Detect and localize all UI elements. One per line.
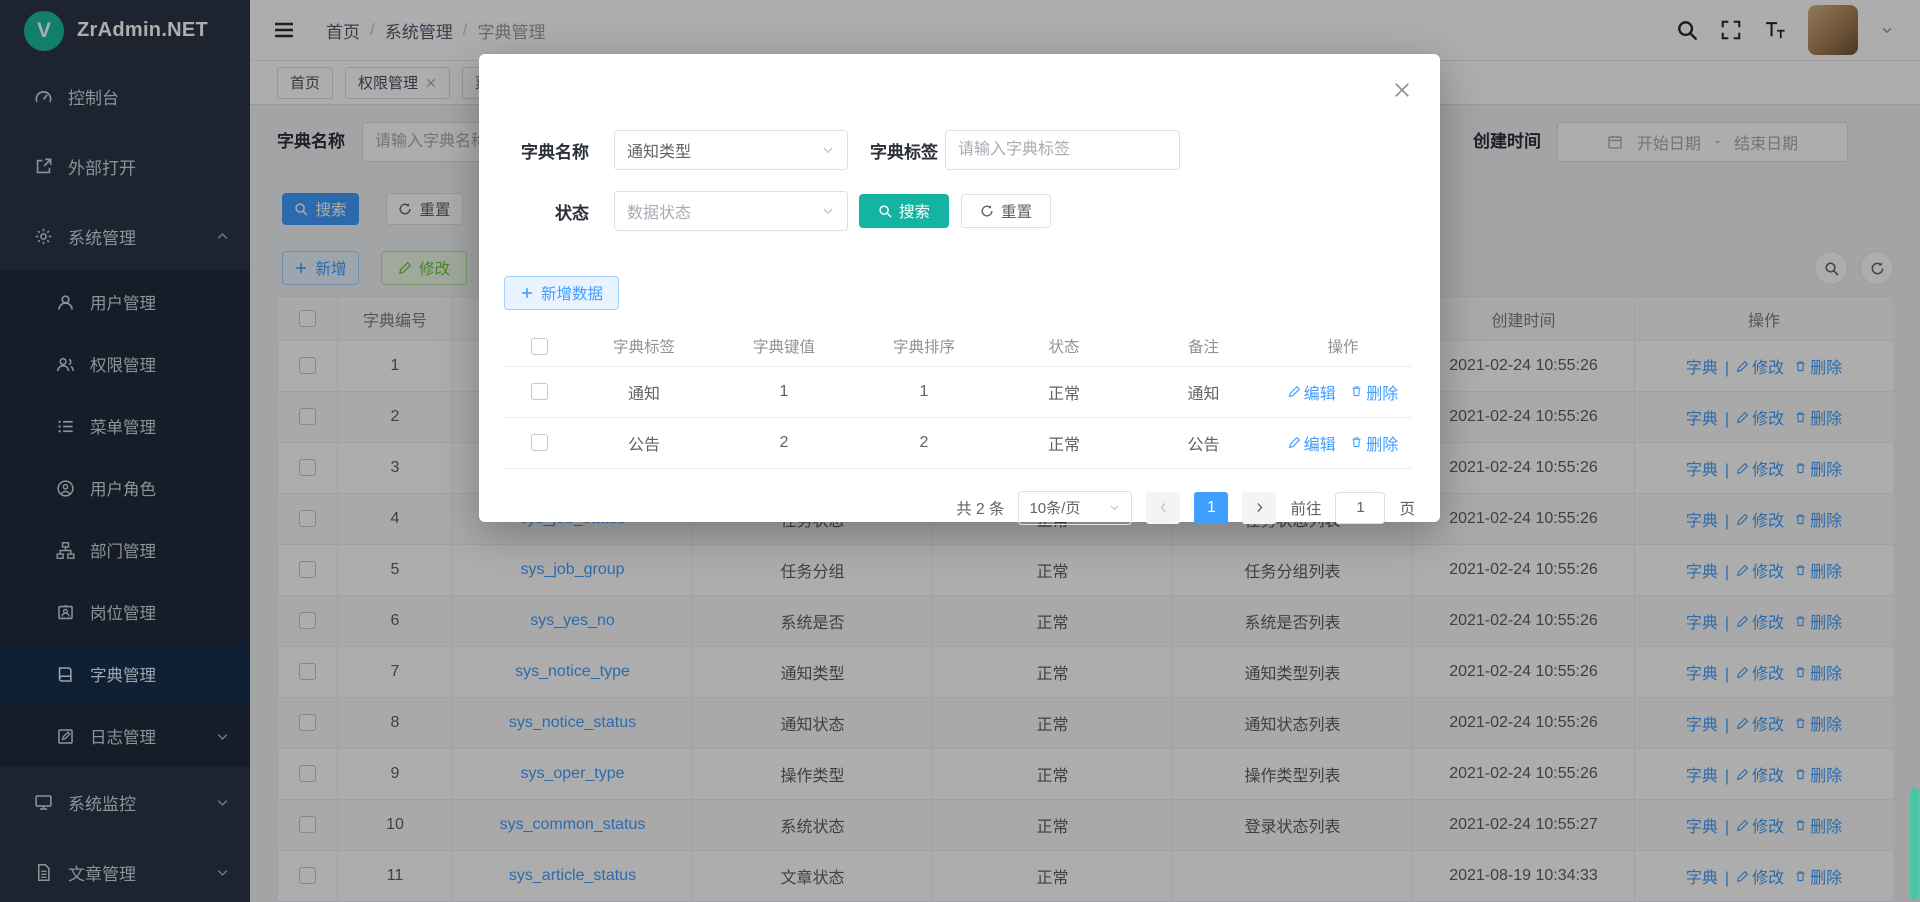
- dict-name-selected-value: 通知类型: [627, 138, 821, 162]
- col-actions: 操作: [1273, 327, 1413, 366]
- close-icon[interactable]: [1392, 80, 1412, 100]
- cell-remark: 公告: [1134, 417, 1273, 468]
- row-actions: 编辑 删除: [1273, 417, 1413, 468]
- cell-dict-label: 通知: [574, 366, 714, 417]
- modal-reset-label: 重置: [1001, 200, 1032, 222]
- select-all-checkbox[interactable]: [531, 338, 548, 355]
- table-row: 公告 2 2 正常 公告 编辑 删除: [504, 417, 1413, 468]
- edit-icon: [1288, 436, 1301, 449]
- edit-icon: [1288, 385, 1301, 398]
- cell-status: 正常: [994, 417, 1134, 468]
- cell-dict-value: 1: [714, 366, 854, 417]
- add-data-label: 新增数据: [541, 282, 603, 304]
- delete-link[interactable]: 删除: [1350, 431, 1398, 455]
- modal-search-button[interactable]: 搜索: [859, 194, 949, 228]
- edit-link[interactable]: 编辑: [1288, 380, 1336, 404]
- modal-search-label: 搜索: [899, 200, 930, 222]
- chevron-left-icon: [1157, 501, 1170, 514]
- trash-icon: [1350, 436, 1363, 449]
- plus-icon: [520, 286, 534, 300]
- chevron-down-icon: [821, 204, 835, 218]
- dict-name-select[interactable]: 通知类型: [614, 130, 848, 170]
- pagination-total: 共 2 条: [956, 497, 1004, 519]
- cell-dict-value: 2: [714, 417, 854, 468]
- cell-dict-sort: 1: [854, 366, 994, 417]
- edit-link[interactable]: 编辑: [1288, 431, 1336, 455]
- col-status: 状态: [994, 327, 1134, 366]
- add-data-button[interactable]: 新增数据: [504, 276, 619, 310]
- chevron-down-icon: [1108, 501, 1121, 514]
- page-number-1[interactable]: 1: [1194, 492, 1228, 524]
- dict-label-input[interactable]: [945, 130, 1180, 170]
- goto-page-input[interactable]: [1335, 492, 1385, 524]
- pagination: 共 2 条 10条/页 1 前往 页: [504, 491, 1415, 525]
- delete-link[interactable]: 删除: [1350, 380, 1398, 404]
- row-checkbox[interactable]: [531, 383, 548, 400]
- col-dict-value: 字典键值: [714, 327, 854, 366]
- col-remark: 备注: [1134, 327, 1273, 366]
- dict-data-table: 字典标签 字典键值 字典排序 状态 备注 操作 通知 1 1 正常 通知 编辑 …: [504, 327, 1413, 469]
- trash-icon: [1350, 385, 1363, 398]
- dict-name-label: 字典名称: [504, 138, 589, 163]
- search-icon: [878, 204, 892, 218]
- scrollbar-thumb[interactable]: [1910, 788, 1919, 900]
- row-actions: 编辑 删除: [1273, 366, 1413, 417]
- modal-filter-row-2: 状态 数据状态 搜索 重置: [504, 191, 1415, 231]
- chevron-right-icon: [1253, 501, 1266, 514]
- col-dict-label: 字典标签: [574, 327, 714, 366]
- modal-filter-row-1: 字典名称 通知类型 字典标签: [504, 130, 1415, 170]
- cell-remark: 通知: [1134, 366, 1273, 417]
- dict-label-label: 字典标签: [848, 138, 938, 163]
- status-label: 状态: [504, 199, 589, 224]
- row-checkbox[interactable]: [531, 434, 548, 451]
- modal-reset-button[interactable]: 重置: [961, 194, 1051, 228]
- prev-page-button[interactable]: [1146, 492, 1180, 524]
- cell-dict-label: 公告: [574, 417, 714, 468]
- goto-label: 前往: [1290, 497, 1321, 519]
- page-size-select[interactable]: 10条/页: [1018, 491, 1132, 525]
- col-dict-sort: 字典排序: [854, 327, 994, 366]
- status-select[interactable]: 数据状态: [614, 191, 848, 231]
- page-size-value: 10条/页: [1029, 497, 1108, 518]
- cell-dict-sort: 2: [854, 417, 994, 468]
- status-placeholder: 数据状态: [627, 199, 821, 223]
- refresh-icon: [980, 204, 994, 218]
- cell-status: 正常: [994, 366, 1134, 417]
- table-row: 通知 1 1 正常 通知 编辑 删除: [504, 366, 1413, 417]
- page-unit-label: 页: [1399, 497, 1415, 519]
- next-page-button[interactable]: [1242, 492, 1276, 524]
- dict-data-dialog: 字典名称 通知类型 字典标签 状态 数据状态 搜索 重置 新增数据: [479, 54, 1440, 522]
- chevron-down-icon: [821, 143, 835, 157]
- table-header-row: 字典标签 字典键值 字典排序 状态 备注 操作: [504, 327, 1413, 366]
